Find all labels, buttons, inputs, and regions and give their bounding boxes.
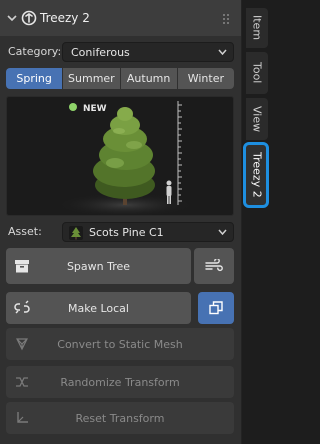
panel-title: Treezy 2 [40, 11, 90, 25]
randomize-transform-button[interactable]: Randomize Transform [6, 366, 234, 398]
active-tab-highlight [243, 142, 269, 208]
new-dot-icon [69, 103, 77, 111]
panel-header[interactable]: Treezy 2 [0, 0, 242, 36]
treezy-panel: Treezy 2 Category: Coniferous Spring Sum… [0, 0, 242, 444]
tab-tool-label: Tool [250, 62, 264, 84]
chevron-down-icon [218, 229, 227, 236]
category-value: Coniferous [71, 46, 130, 59]
pine-thumbnail-icon [69, 226, 83, 240]
tab-autumn[interactable]: Autumn [120, 68, 177, 89]
wind-icon [205, 259, 223, 272]
convert-label: Convert to Static Mesh [57, 337, 183, 351]
reset-transform-button[interactable]: Reset Transform [6, 402, 234, 434]
category-dropdown[interactable]: Coniferous [62, 42, 234, 62]
pine-tree-icon [93, 107, 155, 199]
spawn-tree-label: Spawn Tree [66, 259, 131, 273]
season-tabs: Spring Summer Autumn Winter [6, 68, 234, 89]
asset-label: Asset: [8, 225, 42, 238]
tree-preview-image: NEW [55, 101, 195, 215]
make-local-button[interactable]: Make Local [6, 292, 191, 324]
duplicate-button[interactable] [198, 292, 234, 324]
asset-dropdown[interactable]: Scots Pine C1 [62, 222, 234, 242]
tab-item[interactable]: Item [246, 8, 268, 48]
make-local-label: Make Local [68, 301, 129, 315]
treezy-logo-icon [21, 10, 37, 26]
tab-tool[interactable]: Tool [246, 52, 268, 94]
tab-spring[interactable]: Spring [6, 68, 63, 89]
unlink-icon [14, 300, 30, 314]
asset-value: Scots Pine C1 [89, 226, 164, 239]
tab-item-label: Item [250, 15, 264, 41]
scale-ruler [177, 101, 182, 205]
mesh-icon [16, 338, 28, 351]
wind-settings-button[interactable] [194, 248, 234, 284]
duplicate-icon [209, 301, 223, 315]
panel-divider [241, 0, 242, 444]
tab-view[interactable]: View [246, 98, 268, 140]
randomize-label: Randomize Transform [60, 375, 180, 389]
convert-static-mesh-button[interactable]: Convert to Static Mesh [6, 328, 234, 360]
axis-reset-icon [17, 412, 28, 423]
tree-preview[interactable]: NEW [6, 96, 234, 216]
new-badge: NEW [83, 104, 107, 114]
sidebar-tabs: Item Tool View Treezy 2 [243, 0, 270, 444]
chevron-down-icon [218, 49, 227, 56]
reset-label: Reset Transform [75, 411, 165, 425]
tab-winter[interactable]: Winter [177, 68, 234, 89]
spawn-tree-button[interactable]: Spawn Tree [6, 248, 191, 284]
tab-view-label: View [250, 105, 264, 133]
category-label: Category: [8, 45, 62, 58]
shuffle-icon [16, 377, 28, 387]
chevron-down-icon[interactable] [7, 13, 17, 23]
drag-handle-icon[interactable] [222, 13, 230, 25]
tab-summer[interactable]: Summer [63, 68, 120, 89]
archive-box-icon [15, 260, 29, 273]
